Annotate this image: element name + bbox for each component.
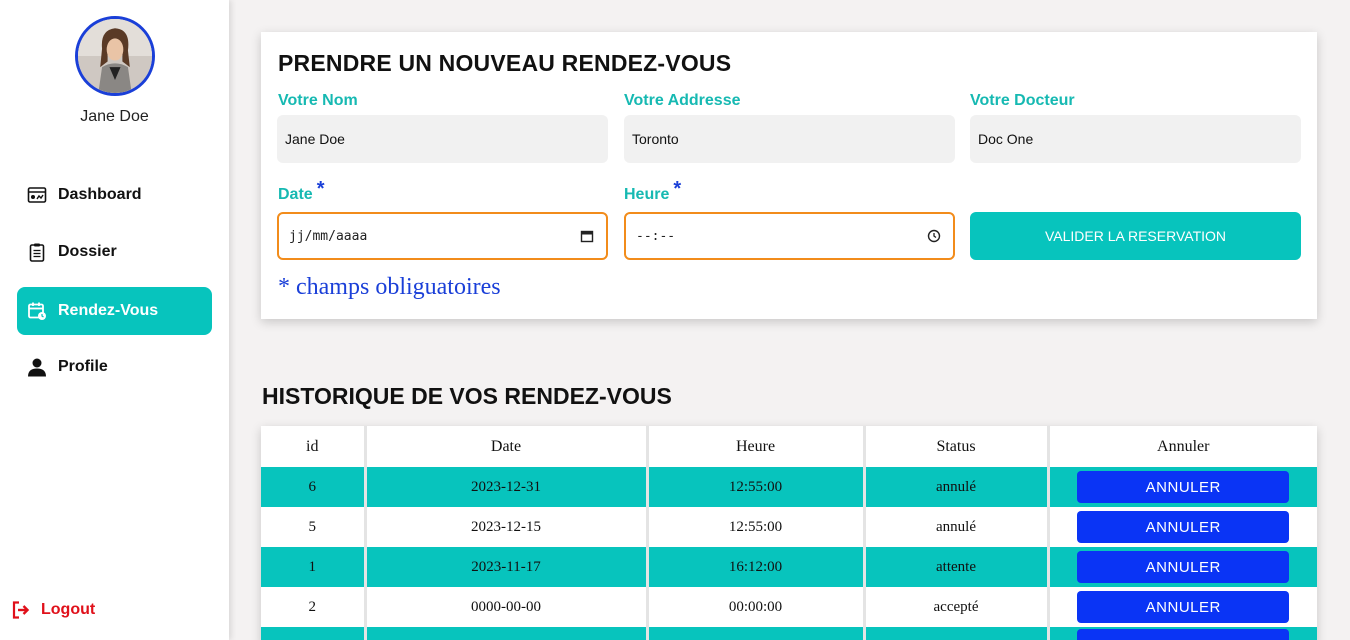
calendar-picker-icon[interactable] [580, 229, 594, 243]
column-header-status: Status [862, 426, 1048, 467]
clock-icon[interactable] [927, 229, 941, 243]
doctor-label: Votre Docteur [970, 92, 1075, 109]
column-header-time: Heure [645, 426, 864, 467]
required-asterisk: * [673, 178, 682, 200]
time-label-text: Heure [624, 186, 670, 203]
dashboard-icon [27, 185, 47, 205]
date-label: Date * [278, 178, 324, 205]
user-icon [27, 357, 47, 377]
cell-cancel: ANNULER [1046, 587, 1317, 627]
cell-time: 12:55:00 [645, 467, 864, 507]
sidebar-item-label: Dossier [58, 243, 117, 260]
user-photo-icon [78, 19, 152, 93]
cell-empty [363, 627, 647, 640]
history-title: HISTORIQUE DE VOS RENDEZ-VOUS [262, 383, 672, 409]
logout-icon [12, 601, 30, 619]
table-row-partial [261, 627, 1317, 640]
cancel-button[interactable]: ANNULER [1077, 471, 1290, 503]
cancel-button[interactable]: ANNULER [1077, 591, 1290, 623]
cell-empty [862, 627, 1048, 640]
column-header-id: id [261, 426, 365, 467]
time-input[interactable]: --:-- [624, 212, 955, 260]
cell-time: 16:12:00 [645, 547, 864, 587]
cell-cancel [1046, 627, 1317, 640]
sidebar-item-dashboard[interactable]: Dashboard [17, 171, 212, 219]
cancel-button[interactable]: ANNULER [1077, 551, 1290, 583]
table-row: 6 2023-12-31 12:55:00 annulé ANNULER [261, 467, 1317, 507]
cancel-button[interactable]: ANNULER [1077, 511, 1290, 543]
cell-cancel: ANNULER [1046, 507, 1317, 547]
cell-status: attente [862, 547, 1048, 587]
avatar[interactable] [75, 16, 155, 96]
cell-id: 1 [261, 547, 365, 587]
cell-cancel: ANNULER [1046, 467, 1317, 507]
date-label-text: Date [278, 186, 313, 203]
calendar-icon [27, 301, 47, 321]
cell-id: 6 [261, 467, 365, 507]
user-name: Jane Doe [80, 108, 149, 125]
address-field[interactable]: Toronto [624, 115, 955, 163]
sidebar-item-rendez-vous[interactable]: Rendez-Vous [17, 287, 212, 335]
sidebar-item-label: Rendez-Vous [58, 302, 159, 319]
doctor-field[interactable]: Doc One [970, 115, 1301, 163]
table-row: 2 0000-00-00 00:00:00 accepté ANNULER [261, 587, 1317, 627]
cell-date: 2023-11-17 [363, 547, 647, 587]
cell-status: annulé [862, 467, 1048, 507]
column-header-date: Date [363, 426, 647, 467]
table-row: 1 2023-11-17 16:12:00 attente ANNULER [261, 547, 1317, 587]
logout-button[interactable]: Logout [11, 600, 95, 620]
sidebar-item-profile[interactable]: Profile [17, 343, 212, 391]
column-header-cancel: Annuler [1046, 426, 1317, 467]
cell-date: 2023-12-15 [363, 507, 647, 547]
cell-id: 5 [261, 507, 365, 547]
clipboard-icon [27, 242, 47, 262]
cell-empty [645, 627, 864, 640]
cancel-button-partial[interactable] [1077, 628, 1290, 640]
logout-label: Logout [41, 601, 96, 618]
cell-time: 00:00:00 [645, 587, 864, 627]
cell-empty [261, 627, 365, 640]
form-title: PRENDRE UN NOUVEAU RENDEZ-VOUS [278, 50, 732, 76]
cell-date: 2023-12-31 [363, 467, 647, 507]
table-row: 5 2023-12-15 12:55:00 annulé ANNULER [261, 507, 1317, 547]
sidebar-item-label: Profile [58, 358, 108, 375]
date-input[interactable]: jj/mm/aaaa [277, 212, 608, 260]
date-placeholder: jj/mm/aaaa [289, 228, 368, 244]
cell-status: annulé [862, 507, 1048, 547]
time-placeholder: --:-- [636, 228, 676, 244]
sidebar-item-label: Dashboard [58, 186, 142, 203]
cell-status: accepté [862, 587, 1048, 627]
cell-cancel: ANNULER [1046, 547, 1317, 587]
table-header-row: id Date Heure Status Annuler [261, 426, 1317, 467]
history-table: id Date Heure Status Annuler 6 2023-12-3… [261, 426, 1317, 640]
cell-date: 0000-00-00 [363, 587, 647, 627]
cell-id: 2 [261, 587, 365, 627]
new-appointment-card: PRENDRE UN NOUVEAU RENDEZ-VOUS Votre Nom… [261, 32, 1317, 319]
cell-time: 12:55:00 [645, 507, 864, 547]
required-fields-note: * champs obliguatoires [278, 274, 501, 300]
required-asterisk: * [316, 178, 325, 200]
address-label: Votre Addresse [624, 92, 741, 109]
name-label: Votre Nom [278, 92, 358, 109]
sidebar: Jane Doe Dashboard Dossier Rendez-Vous P… [0, 0, 229, 640]
name-field[interactable]: Jane Doe [277, 115, 608, 163]
sidebar-item-dossier[interactable]: Dossier [17, 228, 212, 276]
validate-reservation-button[interactable]: VALIDER LA RESERVATION [970, 212, 1301, 260]
time-label: Heure * [624, 178, 681, 205]
